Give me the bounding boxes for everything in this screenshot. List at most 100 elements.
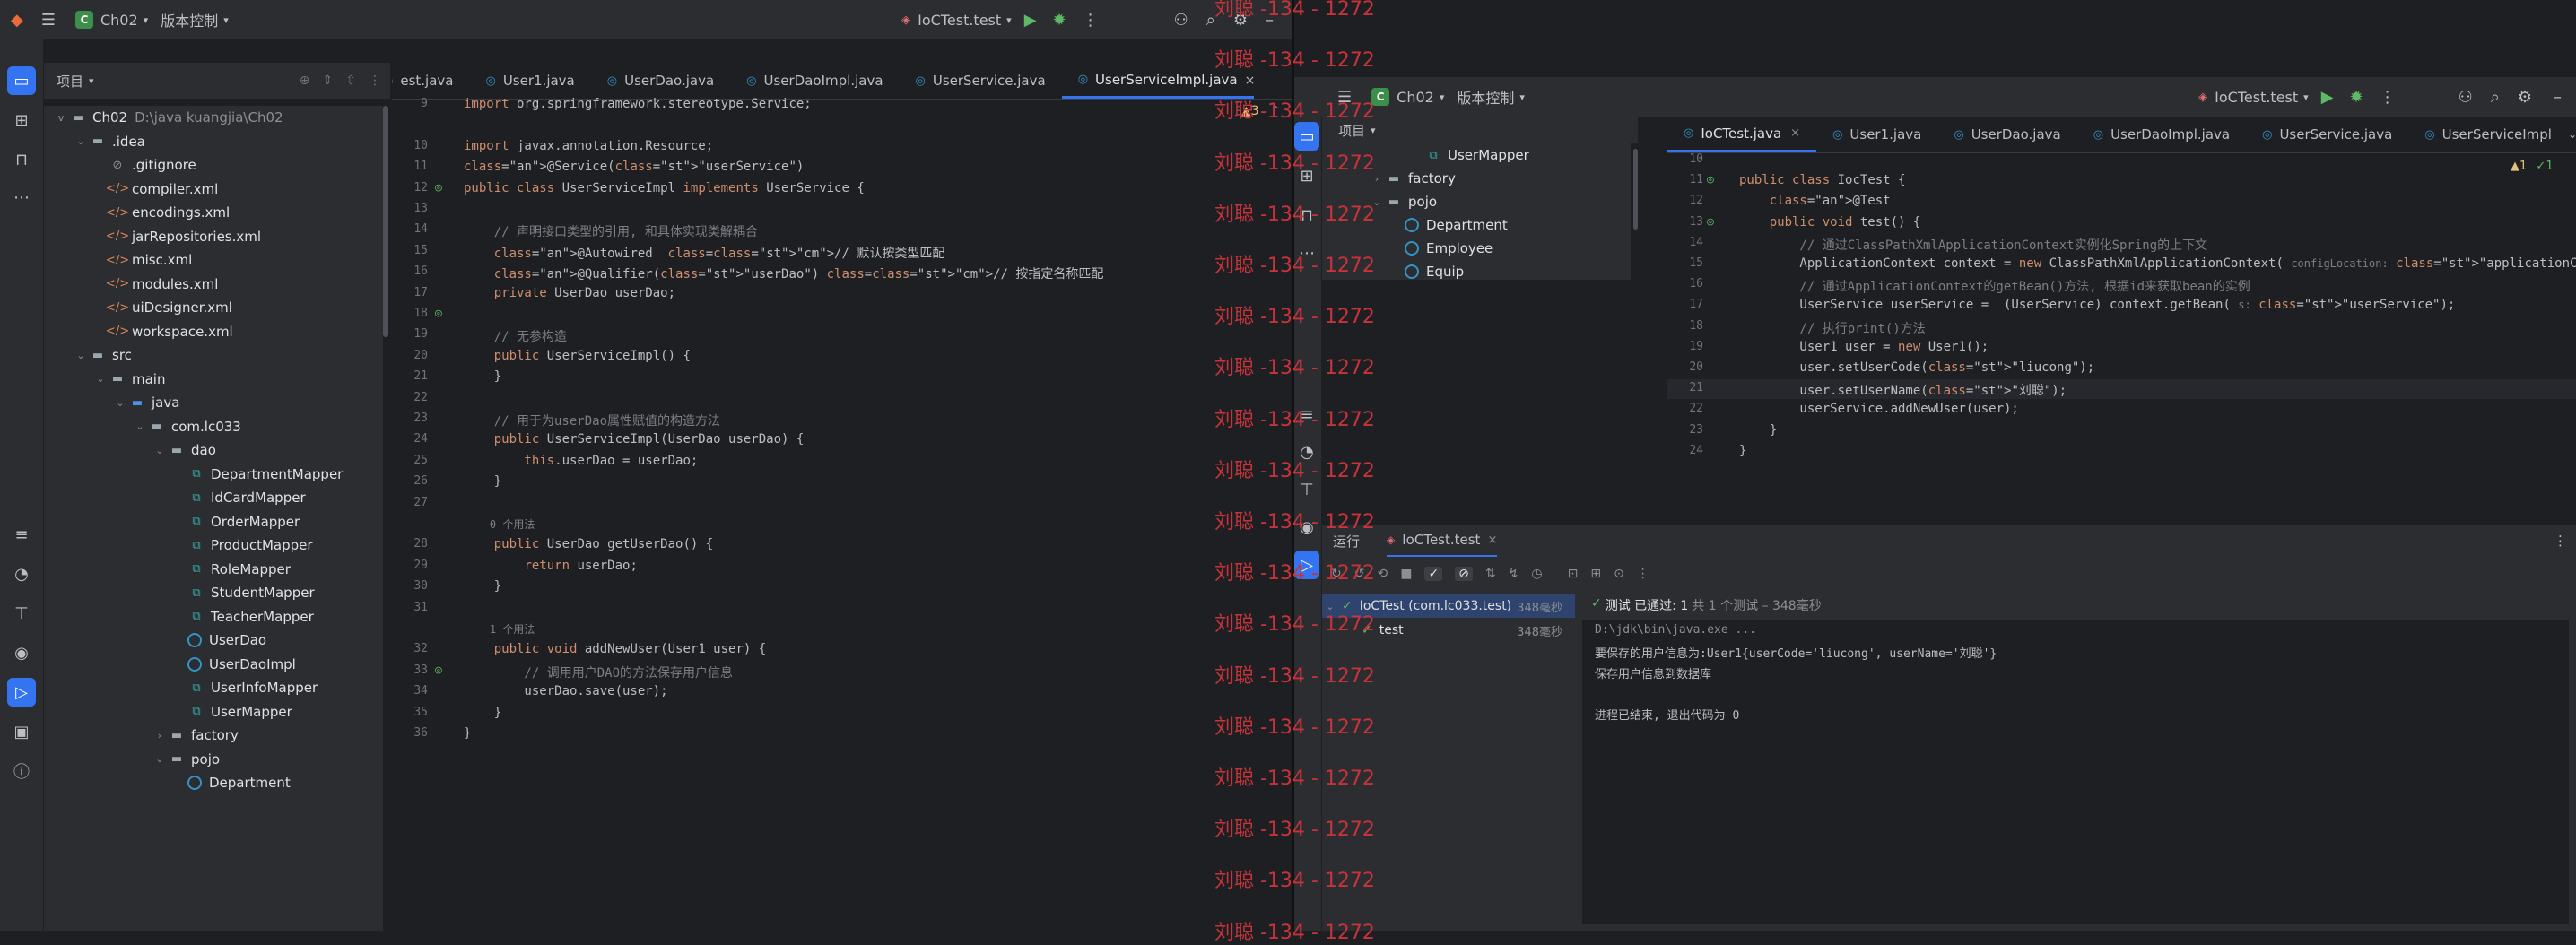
tree-item[interactable]: ⧉ StudentMapper [171, 581, 314, 604]
search-icon[interactable]: ⌕ [2491, 88, 2500, 107]
tree-item[interactable]: › ▬ factory [1369, 167, 1456, 190]
tree-item[interactable]: </> compiler.xml [92, 178, 218, 201]
folder-icon[interactable]: ▭ [7, 66, 36, 95]
tree-item[interactable]: </> workspace.xml [92, 320, 233, 343]
more-vertical-icon[interactable]: ⋮ [2554, 533, 2567, 549]
gauge-icon[interactable]: ◔ [7, 559, 36, 588]
bookmark-icon[interactable]: ⊓ [7, 145, 36, 174]
editor-tab[interactable]: ◎ UserService.java [2246, 117, 2408, 152]
tree-item[interactable]: ⧉ TeacherMapper [171, 605, 313, 629]
tree-item[interactable]: › ▬ factory [152, 724, 239, 747]
tree-item[interactable]: </> encodings.xml [92, 201, 230, 224]
tree-root[interactable]: v ▬ Ch02 D:\java kuangjia\Ch02 [53, 106, 283, 129]
add-user-icon[interactable]: ⚇ [2459, 88, 2473, 107]
editor-tab[interactable]: ◎ UserDao.java [591, 63, 730, 99]
sort-icon[interactable]: ⇅ [1485, 567, 1496, 581]
chevron-down-icon[interactable]: ⌄ [2568, 117, 2576, 152]
gutter-implement-icon[interactable]: ◎ [435, 307, 442, 320]
show-passed-icon[interactable]: ✓ [1424, 567, 1443, 581]
tree-item[interactable]: ⌄ ▬ pojo [152, 748, 220, 771]
expand-icon[interactable]: ⇕ [323, 74, 334, 88]
editor-tab[interactable]: ◎ UserDaoImpl.java [730, 63, 899, 99]
tree-item[interactable]: ⧉ DepartmentMapper [171, 463, 343, 486]
left-code-editor[interactable]: 9 import org.springframework.stereotype.S… [392, 97, 1292, 931]
chevron-down-icon[interactable]: ⌄ [152, 753, 168, 765]
tree-item[interactable]: Department [171, 771, 291, 794]
gutter-run-test-icon[interactable]: ◎ [1707, 173, 1714, 186]
project-switcher[interactable]: C Ch02 ▾ [1371, 88, 1444, 106]
tree-item[interactable]: ⊘ .gitignore [92, 153, 196, 177]
tree-item[interactable]: ⧉ RoleMapper [171, 558, 291, 581]
import-icon[interactable]: ⊞ [1590, 567, 1601, 581]
editor-tab[interactable]: ◎ UserServiceImpl [2408, 117, 2568, 152]
tree-item[interactable]: ⧉ OrderMapper [171, 510, 300, 533]
terminal-icon[interactable]: ▣ [7, 717, 36, 746]
gutter-implement-icon[interactable]: ◎ [435, 663, 442, 677]
add-user-icon[interactable]: ⚇ [1174, 11, 1188, 30]
tree-item[interactable]: ⧉ UserInfoMapper [171, 676, 318, 699]
editor-tab[interactable]: ◎ User1.java [469, 63, 590, 99]
tree-item[interactable]: ⌄ ▬ java [112, 391, 179, 414]
list-icon[interactable]: ≡ [7, 520, 36, 549]
toggle-auto-test-icon[interactable]: ⟲ [1377, 567, 1388, 581]
show-ignored-icon[interactable]: ⊘ [1455, 567, 1473, 581]
more-vertical-icon[interactable]: ⋮ [1083, 11, 1099, 30]
gear-icon[interactable]: ⚙ [2518, 88, 2532, 107]
close-icon[interactable]: × [1487, 533, 1497, 547]
sort-duration-icon[interactable]: ↯ [1509, 567, 1519, 581]
project-switcher[interactable]: C Ch02 ▾ [74, 11, 148, 29]
tree-item[interactable]: ⧉ ProductMapper [171, 533, 312, 557]
history-icon[interactable]: ◷ [1531, 567, 1542, 581]
minimize-icon[interactable]: – [2554, 88, 2562, 107]
panel-title[interactable]: 项目 [57, 72, 83, 91]
tree-item[interactable]: ⧉ IdCardMapper [171, 486, 305, 509]
editor-tab[interactable]: ◎ UserService.java [900, 63, 1062, 99]
vcs-switcher[interactable]: 版本控制 ▾ [1457, 86, 1525, 108]
chevron-down-icon[interactable]: ⌄ [73, 350, 89, 361]
run-config-selector[interactable]: ◈ IoCTest.test ▾ [2198, 89, 2309, 106]
console-output[interactable]: D:\jdk\bin\java.exe ... 要保存的用户信息为:User1{u… [1582, 620, 2569, 924]
hammer-icon[interactable]: ⊤ [7, 599, 36, 628]
close-icon[interactable]: × [1790, 126, 1800, 140]
editor-tab[interactable]: ◎ IoCTest.java × [1667, 117, 1817, 152]
stop-icon[interactable]: ■ [1400, 567, 1412, 581]
editor-tab[interactable]: ◎ User1.java [1816, 117, 1937, 152]
right-code-editor[interactable]: 10 11 public class IocTest {12 class="an">… [1667, 152, 2576, 458]
tree-item[interactable]: Employee [1388, 237, 1493, 260]
tree-item[interactable]: UserDao [171, 629, 266, 652]
run-icon[interactable]: ▶ [2321, 88, 2334, 107]
main-menu-icon[interactable]: ☰ [41, 11, 56, 30]
tree-scrollbar[interactable] [383, 106, 388, 337]
debug-icon[interactable]: ✹ [1053, 11, 1066, 30]
tree-item[interactable]: </> misc.xml [92, 248, 192, 272]
tree-item[interactable]: </> jarRepositories.xml [92, 225, 261, 248]
tree-item[interactable]: Equip [1388, 260, 1464, 280]
tree-item[interactable]: ⧉ UserMapper [1408, 143, 1528, 167]
editor-tab[interactable]: ◎ UserDao.java [1937, 117, 2076, 152]
zoom-icon[interactable]: ⊙ [1614, 567, 1624, 581]
chevron-down-icon[interactable]: ⌄ [132, 420, 148, 432]
more-vertical-icon[interactable]: ⋮ [1637, 567, 1649, 581]
more-horizontal-icon[interactable]: ⋯ [7, 183, 36, 212]
locate-icon[interactable]: ⊕ [300, 74, 310, 88]
chevron-down-icon[interactable]: ⌄ [152, 445, 168, 456]
editor-tab[interactable]: ◎ est.java [392, 63, 469, 99]
more-vertical-icon[interactable]: ⋮ [369, 74, 381, 88]
tree-item[interactable]: UserDaoImpl [171, 653, 296, 676]
chevron-right-icon[interactable]: › [152, 730, 168, 741]
structure-icon[interactable]: ⊞ [7, 106, 36, 134]
tree-item[interactable]: </> uiDesigner.xml [92, 296, 232, 319]
chevron-down-icon[interactable]: ⌄ [92, 373, 109, 385]
tree-item[interactable]: ⌄ ▬ com.lc033 [132, 415, 240, 438]
vcs-switcher[interactable]: 版本控制 ▾ [161, 9, 229, 30]
tree-scrollbar-right[interactable] [1633, 149, 1638, 230]
tree-item[interactable]: ⌄ ▬ main [92, 368, 165, 391]
debug-icon[interactable]: ✹ [2350, 88, 2363, 107]
export-icon[interactable]: ⊡ [1568, 567, 1579, 581]
gutter-run-test-icon[interactable]: ◎ [1707, 215, 1714, 229]
tree-item[interactable]: ⧉ UserMapper [171, 700, 292, 724]
tree-item[interactable]: Department [1388, 213, 1508, 237]
problems-icon[interactable]: ⓘ [7, 757, 36, 785]
tree-item[interactable]: </> modules.xml [92, 273, 219, 296]
chevron-down-icon[interactable]: ⌄ [112, 397, 128, 409]
